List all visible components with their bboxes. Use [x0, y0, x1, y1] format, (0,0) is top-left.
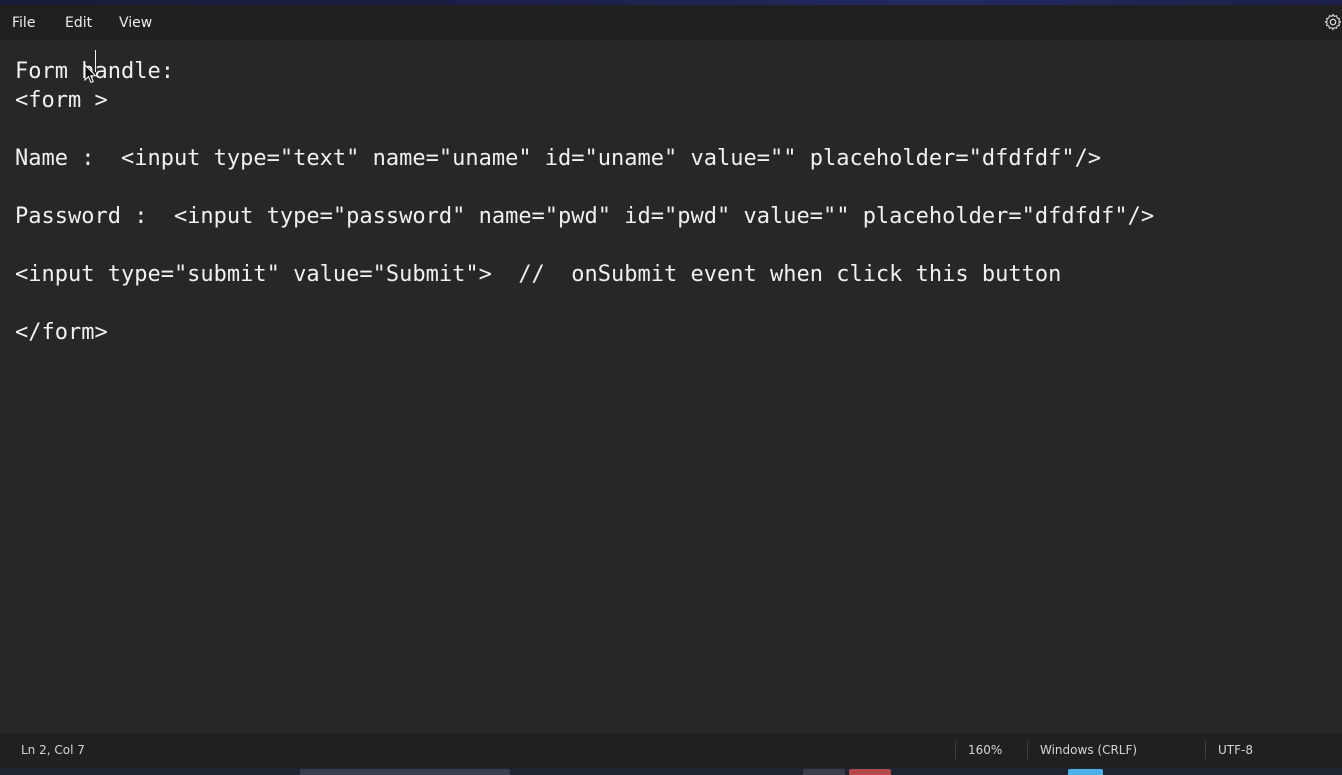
- menu-file[interactable]: File: [8, 12, 39, 34]
- editor-line-8: <input type="submit" value="Submit"> // …: [15, 262, 1062, 287]
- encoding[interactable]: UTF-8: [1218, 733, 1253, 767]
- editor-line-6: Password : <input type="password" name="…: [15, 204, 1155, 229]
- status-divider: [1027, 741, 1028, 759]
- menu-edit[interactable]: Edit: [61, 12, 96, 34]
- cursor-position: Ln 2, Col 7: [21, 743, 85, 757]
- taskbar-item[interactable]: [803, 769, 845, 775]
- taskbar-item[interactable]: [1068, 769, 1103, 775]
- editor-line-10: </form>: [15, 320, 108, 345]
- taskbar-edge: [0, 767, 1342, 775]
- menu-view[interactable]: View: [115, 12, 156, 34]
- taskbar-item[interactable]: [300, 769, 510, 775]
- status-bar: Ln 2, Col 7 160% Windows (CRLF) UTF-8: [0, 733, 1342, 767]
- taskbar-item[interactable]: [849, 769, 891, 775]
- mouse-pointer-icon: [84, 64, 97, 84]
- gear-icon[interactable]: [1324, 13, 1342, 31]
- zoom-level[interactable]: 160%: [968, 733, 1002, 767]
- editor-line-4: Name : <input type="text" name="uname" i…: [15, 146, 1102, 171]
- editor-line-2: <form >: [15, 88, 108, 113]
- status-divider: [955, 741, 956, 759]
- menu-bar: File Edit View: [0, 5, 1342, 40]
- status-divider: [1205, 741, 1206, 759]
- line-ending[interactable]: Windows (CRLF): [1040, 733, 1137, 767]
